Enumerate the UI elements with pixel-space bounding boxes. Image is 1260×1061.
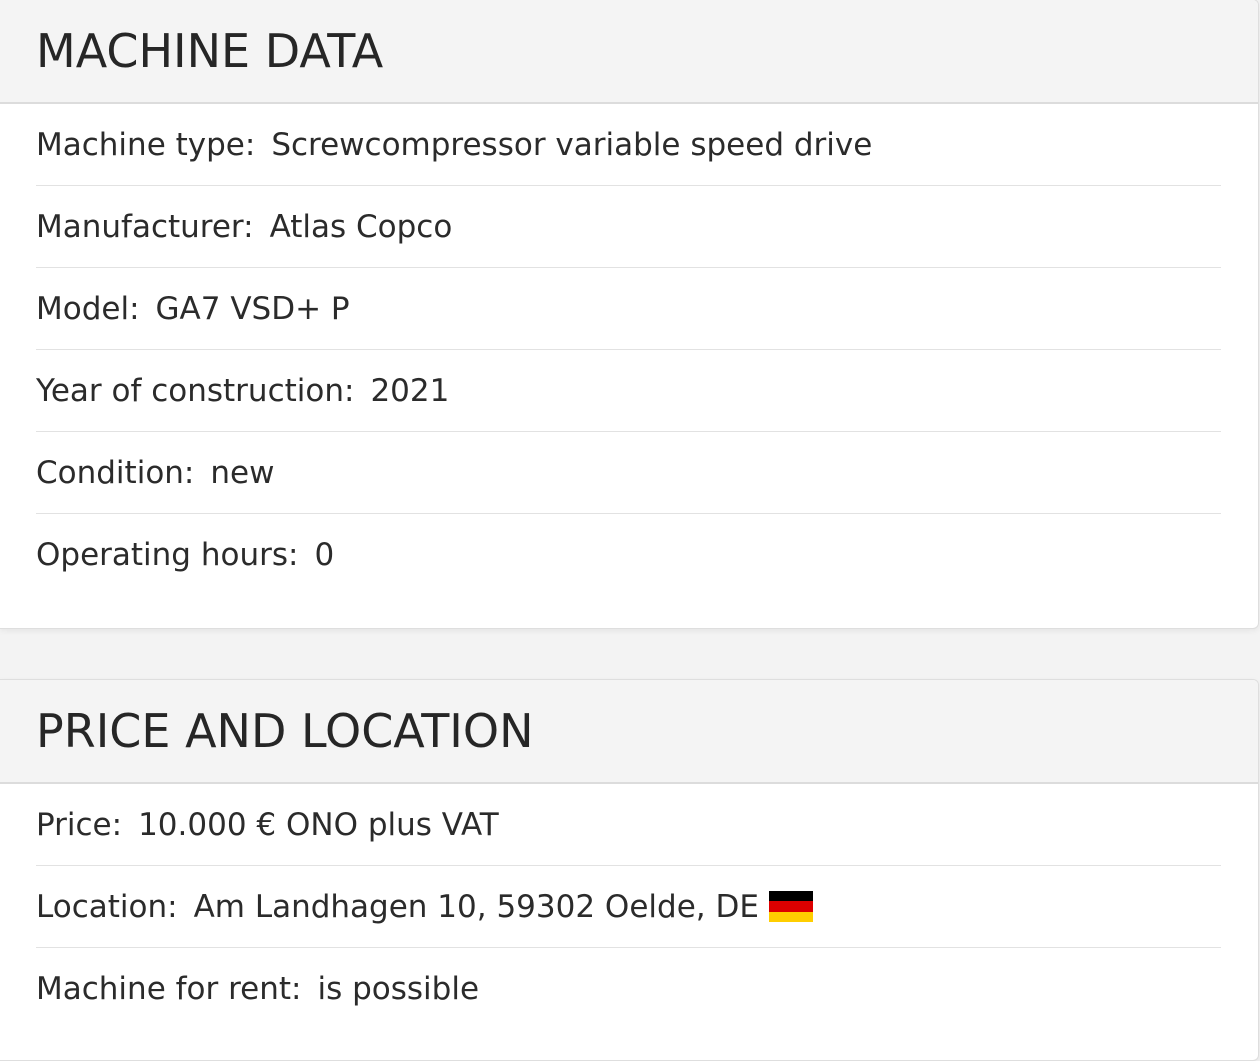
machine-type-label: Machine type: [36,126,256,163]
model-label: Model: [36,290,140,327]
machine-type-row: Machine type: Screwcompressor variable s… [36,104,1221,186]
manufacturer-value: Atlas Copco [269,208,453,245]
flag-stripe-red [768,901,813,912]
machine-data-title: MACHINE DATA [36,24,384,78]
price-label: Price: [36,806,123,843]
operating-hours-value: 0 [314,537,335,573]
price-and-location-header: PRICE AND LOCATION [0,680,1258,784]
location-value: Am Landhagen 10, 59302 Oelde, DE [193,888,759,925]
price-and-location-title: PRICE AND LOCATION [36,704,534,758]
year-of-construction-row: Year of construction: 2021 [36,350,1221,432]
condition-row: Condition: new [36,432,1221,514]
flag-stripe-black [768,890,813,902]
model-row: Model: GA7 VSD+ P [36,268,1221,350]
machine-data-header: MACHINE DATA [0,0,1258,104]
machine-data-card: MACHINE DATA Machine type: Screwcompress… [0,0,1259,629]
price-value: 10.000 € ONO plus VAT [138,806,499,843]
price-and-location-card: PRICE AND LOCATION Price: 10.000 € ONO p… [0,679,1259,1061]
model-value: GA7 VSD+ P [155,290,350,327]
operating-hours-label: Operating hours: [36,537,299,573]
machine-data-list: Machine type: Screwcompressor variable s… [0,104,1258,596]
price-and-location-list: Price: 10.000 € ONO plus VAT Location: A… [0,784,1258,1030]
machine-for-rent-value: is possible [317,971,480,1007]
machine-type-value: Screwcompressor variable speed drive [271,126,873,163]
manufacturer-label: Manufacturer: [36,208,254,245]
year-of-construction-label: Year of construction: [36,372,355,409]
year-of-construction-value: 2021 [370,372,450,409]
machine-for-rent-label: Machine for rent: [36,971,302,1007]
location-label: Location: [36,888,178,925]
manufacturer-row: Manufacturer: Atlas Copco [36,186,1221,268]
condition-value: new [210,454,275,491]
operating-hours-row: Operating hours: 0 [36,514,1221,596]
condition-label: Condition: [36,454,195,491]
location-row: Location: Am Landhagen 10, 59302 Oelde, … [36,866,1221,948]
flag-stripe-gold [768,911,813,923]
germany-flag-icon [768,890,813,923]
price-row: Price: 10.000 € ONO plus VAT [36,784,1221,866]
machine-for-rent-row: Machine for rent: is possible [36,948,1221,1030]
